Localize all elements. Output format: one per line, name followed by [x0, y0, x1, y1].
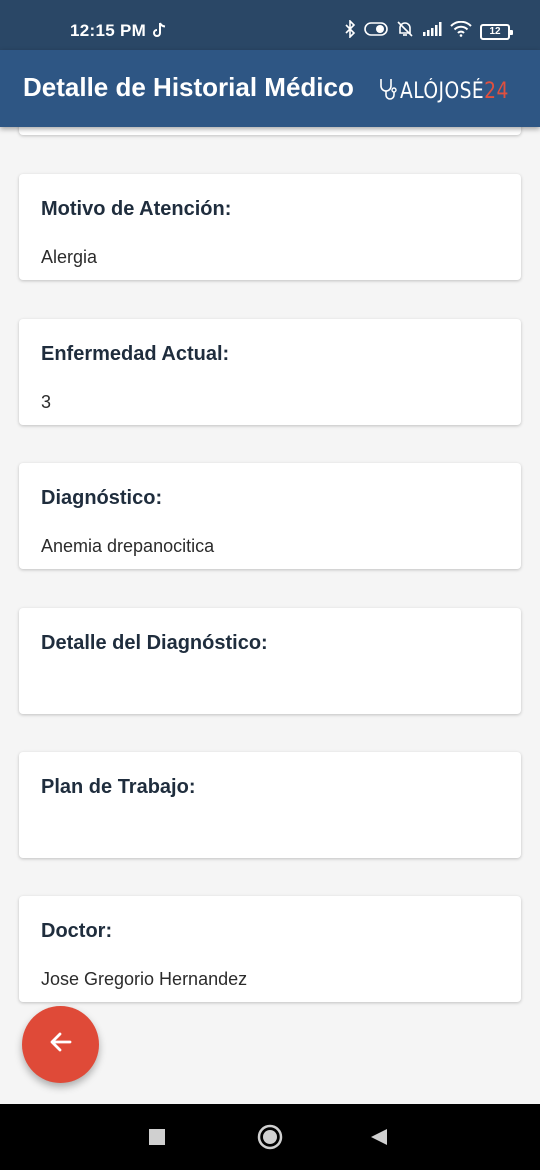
back-button[interactable]	[22, 1006, 99, 1083]
field-card-motivo: Motivo de Atención: Alergia	[19, 174, 521, 280]
field-label: Enfermedad Actual:	[41, 343, 230, 365]
field-card-enfermedad: Enfermedad Actual: 3	[19, 319, 521, 425]
field-value: Jose Gregorio Hernandez	[41, 969, 248, 989]
square-icon	[149, 1129, 165, 1145]
arrow-left-icon	[48, 1029, 74, 1060]
field-card-plan-trabajo: Plan de Trabajo:	[19, 752, 521, 858]
status-bar: 12:15 PM 12	[0, 0, 540, 50]
nav-recents-button[interactable]	[149, 1129, 165, 1150]
signal-icon	[422, 22, 442, 41]
field-card-doctor: Doctor: Jose Gregorio Hernandez	[19, 896, 521, 1002]
field-value: 3	[41, 392, 52, 412]
field-label: Detalle del Diagnóstico:	[41, 632, 268, 654]
circle-icon	[257, 1124, 283, 1150]
logo-number: 24	[484, 79, 509, 104]
nav-home-button[interactable]	[257, 1124, 283, 1155]
logo-name: ALÓJOSÉ	[399, 79, 485, 104]
field-label: Diagnóstico:	[41, 487, 163, 509]
field-value: Alergia	[41, 247, 98, 267]
app-bar: Detalle de Historial Médico ALÓJOSÉ24	[0, 50, 540, 127]
field-label: Plan de Trabajo:	[41, 776, 196, 798]
bell-muted-icon	[396, 20, 414, 43]
logo: ALÓJOSÉ24	[377, 76, 528, 107]
battery-icon: 12	[480, 23, 513, 40]
logo-stethoscope-icon	[377, 76, 397, 107]
wifi-icon	[450, 20, 472, 42]
logo-text: ALÓJOSÉ24	[400, 79, 509, 104]
triangle-back-icon	[371, 1129, 387, 1145]
tiktok-notification-icon	[152, 22, 166, 43]
system-nav-bar	[0, 1104, 540, 1170]
nav-back-button[interactable]	[371, 1129, 387, 1150]
field-card-diagnostico: Diagnóstico: Anemia drepanocitica	[19, 463, 521, 569]
bluetooth-icon	[344, 19, 356, 43]
status-time: 12:15 PM	[70, 21, 147, 40]
medical-history-detail[interactable]: Motivo de Atención: Alergia Enfermedad A…	[0, 127, 540, 1104]
page-title: Detalle de Historial Médico	[23, 72, 354, 102]
toggle-icon	[364, 21, 388, 42]
field-label: Doctor:	[41, 920, 113, 942]
field-card-detalle-diagnostico: Detalle del Diagnóstico:	[19, 608, 521, 714]
previous-card-edge	[19, 127, 521, 135]
field-label: Motivo de Atención:	[41, 198, 232, 220]
status-icons: 12	[344, 19, 513, 43]
field-value: Anemia drepanocitica	[41, 536, 215, 556]
